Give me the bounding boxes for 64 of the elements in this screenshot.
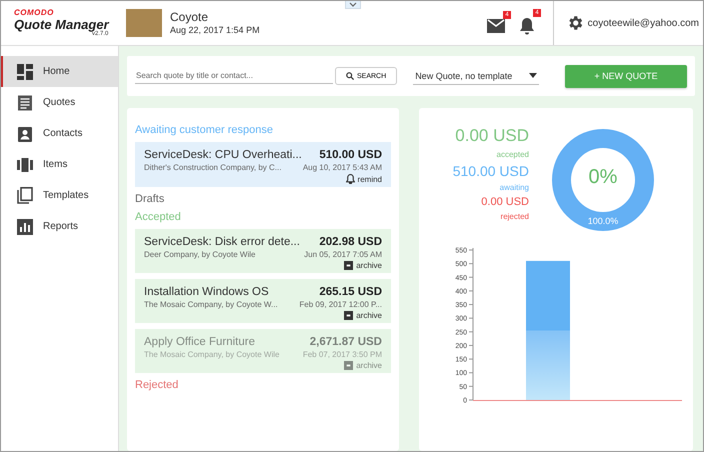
quote-date: Aug 10, 2017 5:43 AM bbox=[302, 163, 382, 172]
quote-title: ServiceDesk: CPU Overheati... bbox=[144, 149, 302, 161]
bell-icon bbox=[518, 17, 535, 35]
brand-name: COMODO bbox=[14, 9, 55, 17]
amount-total: 510.00 USD bbox=[452, 163, 529, 179]
status-label: rejected bbox=[500, 212, 529, 221]
quote-amount: 202.98 USD bbox=[319, 236, 382, 248]
archive-box-icon bbox=[344, 311, 354, 320]
action-link[interactable]: archive bbox=[344, 311, 382, 320]
app-name: Quote Manager bbox=[14, 18, 110, 31]
dashboard-icon bbox=[17, 64, 33, 80]
caret-icon bbox=[529, 73, 538, 78]
action-link[interactable]: archive bbox=[344, 261, 382, 270]
columns-icon bbox=[17, 156, 33, 172]
list-icon bbox=[17, 94, 33, 110]
user-email[interactable]: coyoteewile@yahoo.com bbox=[588, 18, 699, 28]
section-heading: Accepted bbox=[135, 211, 182, 223]
amount-total: 0.00 USD bbox=[455, 126, 529, 146]
quote-card[interactable]: Apply Office Furniture 2,671.87 USD The Mosaic Company, by Coyote Wile Feb 07, 2017 3:50 PM archive bbox=[135, 329, 391, 373]
quote-title: Installation Windows OS bbox=[144, 286, 269, 298]
sidebar-item[interactable]: Items bbox=[1, 149, 118, 180]
search-icon bbox=[346, 72, 354, 80]
avatar-picture bbox=[126, 9, 162, 37]
user-name: Coyote bbox=[170, 10, 210, 25]
quote-contact: Dither's Construction Company, by C... bbox=[144, 163, 282, 172]
sidebar-item[interactable]: Home bbox=[1, 56, 118, 87]
status-label: accepted bbox=[496, 150, 529, 159]
quote-date: Jun 05, 2017 7:05 AM bbox=[304, 250, 382, 259]
status-label: awaiting bbox=[500, 183, 529, 192]
archive-box-icon bbox=[344, 261, 354, 270]
sidebar-item[interactable]: Templates bbox=[1, 180, 118, 211]
collapse-tab[interactable] bbox=[345, 1, 361, 9]
sidebar-item[interactable]: Contacts bbox=[1, 118, 118, 149]
template-dropdown[interactable]: New Quote, no template bbox=[413, 68, 540, 84]
quote-date: Feb 09, 2017 12:00 P... bbox=[299, 300, 382, 309]
quote-card[interactable]: ServiceDesk: Disk error dete... 202.98 USD Deer Company, by Coyote Wile Jun 05, 2017 7:05 AM archive bbox=[135, 229, 391, 273]
section-heading: Rejected bbox=[135, 379, 180, 391]
copy-icon bbox=[17, 187, 33, 204]
archive-box-icon bbox=[344, 361, 354, 370]
bar-chart-icon bbox=[17, 218, 33, 234]
date-time: Aug 22, 2017 1:54 PM bbox=[170, 24, 260, 36]
sidebar-item[interactable]: Reports bbox=[1, 211, 118, 242]
chevron-down-icon bbox=[349, 2, 357, 7]
bell-icon bbox=[346, 174, 355, 184]
quote-title: ServiceDesk: Disk error dete... bbox=[144, 236, 300, 248]
quote-contact: The Mosaic Company, by Coyote W... bbox=[144, 300, 278, 309]
action-link[interactable]: remind bbox=[346, 174, 382, 184]
quote-card[interactable]: ServiceDesk: CPU Overheati... 510.00 USD Dither's Construction Company, by C... Aug 10, 2017 5:43 AM remind bbox=[135, 142, 391, 187]
amount-total: 0.00 USD bbox=[481, 196, 529, 208]
quote-card[interactable]: Installation Windows OS 265.15 USD The Mosaic Company, by Coyote W... Feb 09, 2017 12:00 P... archive bbox=[135, 279, 391, 323]
section-heading: Drafts bbox=[135, 193, 166, 205]
quote-amount: 265.15 USD bbox=[319, 286, 382, 298]
quote-date: Feb 07, 2017 3:50 PM bbox=[302, 350, 382, 359]
ring-label: 100.0% bbox=[588, 216, 618, 226]
quote-title: Apply Office Furniture bbox=[144, 336, 256, 348]
contact-card-icon bbox=[17, 126, 33, 142]
quote-amount: 510.00 USD bbox=[319, 149, 382, 161]
envelope-icon bbox=[486, 19, 505, 33]
section-heading: Awaiting customer response bbox=[135, 124, 274, 136]
quote-contact: Deer Company, by Coyote Wile bbox=[144, 250, 256, 259]
quote-contact: The Mosaic Company, by Coyote Wile bbox=[144, 350, 280, 359]
donut-center-percent: 0% bbox=[588, 166, 618, 189]
sidebar-item[interactable]: Quotes bbox=[1, 87, 118, 118]
quote-amount: 2,671.87 USD bbox=[310, 336, 382, 348]
